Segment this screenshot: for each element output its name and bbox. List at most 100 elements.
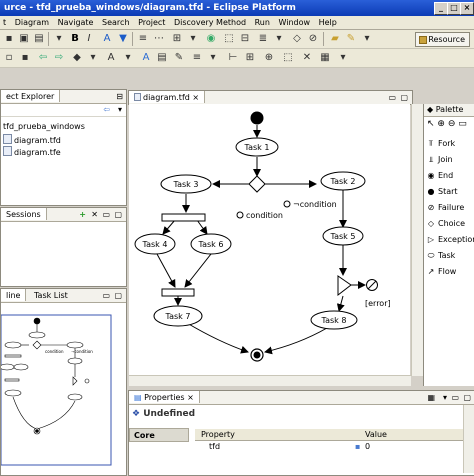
flow-edge[interactable] [264,327,328,355]
select-all-icon[interactable]: ⬚ [222,32,236,46]
palette-item-exception[interactable]: ▷ Exception [426,233,474,247]
lines-icon[interactable]: ≡ [190,51,204,65]
menu-diagram[interactable]: Diagram [12,16,52,29]
font-bold-icon[interactable]: B [68,32,82,46]
font-italic-icon[interactable]: I [82,32,96,46]
tab-project-explorer[interactable]: ect Explorer [1,90,61,102]
minimize-button[interactable]: _ [434,2,448,15]
forward-icon[interactable]: ⇨ [52,51,66,65]
table-icon[interactable]: ▦ [318,51,332,65]
tab-task-list[interactable]: Task List [29,289,73,301]
zoom-icon[interactable]: ◉ [204,32,218,46]
close-tab-icon[interactable]: × [187,393,194,402]
menu-help[interactable]: Help [316,16,340,29]
add-icon[interactable]: + [79,208,86,221]
flow-edge[interactable] [162,219,176,235]
dropdown-icon[interactable]: ▾ [206,51,220,65]
tab-diagram-tfd[interactable]: diagram.tfd × [129,91,206,103]
close-button[interactable]: × [460,2,474,15]
align-icon[interactable]: ▾ [186,32,200,46]
not-condition-marker[interactable] [283,200,291,208]
new-icon[interactable]: ▪ [2,32,16,46]
palette-item-choice[interactable]: ◇ Choice [426,217,465,231]
pin-icon[interactable]: ◆ [70,51,84,65]
edit-icon[interactable]: ✎ [344,32,358,46]
align-left-icon[interactable]: ⊢ [226,51,240,65]
maximize-button[interactable]: □ [447,2,461,15]
zoom-in-tool-icon[interactable]: ⊕ [437,119,445,129]
menu-edit[interactable]: t [0,16,9,29]
condition-marker[interactable] [236,211,244,219]
brush-icon[interactable]: ✎ [172,51,186,65]
dropdown-icon[interactable]: ▾ [86,51,100,65]
menu-window[interactable]: Window [276,16,314,29]
dropdown-icon[interactable]: ▾ [121,51,135,65]
new-folder-icon[interactable]: ▪ [18,51,32,65]
outline-thumbnail[interactable]: condition ¬condition [1,313,124,473]
diagram-svg[interactable]: Task 1 Task 3 Task 2 condition ¬conditio… [129,104,410,385]
diagram-canvas[interactable]: Task 1 Task 3 Task 2 condition ¬conditio… [129,104,410,385]
tab-sessions[interactable]: Sessions [1,208,47,220]
properties-section-core[interactable]: Core [129,428,189,442]
tree-item-diagram-tfd[interactable]: diagram.tfd [3,134,61,145]
print-icon[interactable]: ▤ [32,32,46,46]
menu-run[interactable]: Run [252,16,273,29]
join-node[interactable] [161,288,195,297]
flow-edge[interactable] [336,295,345,312]
maximize-view-icon[interactable]: ▢ [463,391,471,404]
editor-horizontal-scrollbar[interactable] [129,375,411,386]
palette-item-start[interactable]: ● Start [426,185,458,199]
dropdown-icon[interactable]: ▾ [336,51,350,65]
wrench-icon[interactable]: ✕ [300,51,314,65]
tree-item-diagram-tfe[interactable]: diagram.tfe [3,146,61,157]
remove-icon[interactable]: ✕ [91,208,98,221]
select-icon[interactable]: ⬚ [281,51,295,65]
menu-icon[interactable]: ▾ [118,103,122,116]
diamond-icon[interactable]: ◇ [290,32,304,46]
note-tool-icon[interactable]: ▭ [458,119,467,129]
palette-item-flow[interactable]: ↗ Flow [426,265,457,279]
perspective-resource-button[interactable]: Resource [415,32,470,47]
column-header-value[interactable]: Value [365,429,387,440]
minimize-view-icon[interactable]: ▭ [102,289,110,302]
font-size-dropdown-icon[interactable]: ▾ [52,32,66,46]
flow-edge[interactable] [156,253,176,288]
arrange-icon[interactable]: ⊞ [170,32,184,46]
palette-item-failure[interactable]: ⊘ Failure [426,201,465,215]
layout-icon[interactable]: ≣ [256,32,270,46]
zoom-out-tool-icon[interactable]: ⊖ [448,119,456,129]
flow-edge[interactable] [196,219,208,235]
flow-edge[interactable] [186,322,249,354]
outline-viewport[interactable] [1,314,112,466]
menu-discovery-method[interactable]: Discovery Method [171,16,249,29]
choice-node[interactable] [248,175,266,193]
palette-item-task[interactable]: ⬭ Task [426,249,456,263]
line-color-icon[interactable]: ≡ [136,32,150,46]
minimize-view-icon[interactable]: ▭ [102,208,110,221]
editor-vertical-scrollbar[interactable] [411,104,423,376]
exception-node[interactable] [337,275,352,297]
zoom-in-icon[interactable]: ⊕ [262,51,276,65]
start-node[interactable] [250,111,264,125]
back-icon[interactable]: ⇦ [36,51,50,65]
line-style-icon[interactable]: ⋯ [152,32,166,46]
menu-project[interactable]: Project [135,16,168,29]
column-header-property[interactable]: Property [201,429,235,440]
dropdown-icon[interactable]: ▾ [272,32,286,46]
fill-color-icon[interactable]: ▼ [116,32,130,46]
row-value-cell[interactable]: 0 [365,441,370,452]
filter-icon[interactable]: ⊟ [238,32,252,46]
menu-navigate[interactable]: Navigate [55,16,97,29]
font-icon[interactable]: A [104,51,118,65]
maximize-view-icon[interactable]: ▢ [114,208,122,221]
maximize-editor-icon[interactable]: ▢ [400,91,408,104]
menu-search[interactable]: Search [99,16,132,29]
properties-scrollbar[interactable] [463,405,474,473]
maximize-view-icon[interactable]: ▢ [114,289,122,302]
paint-icon[interactable]: ▤ [155,51,169,65]
text-color-icon[interactable]: A [100,32,114,46]
minimize-view-icon[interactable]: ▭ [451,391,459,404]
palette-item-end[interactable]: ◉ End [426,169,454,183]
folder-icon[interactable]: ▰ [328,32,342,46]
close-tab-icon[interactable]: × [192,93,199,102]
